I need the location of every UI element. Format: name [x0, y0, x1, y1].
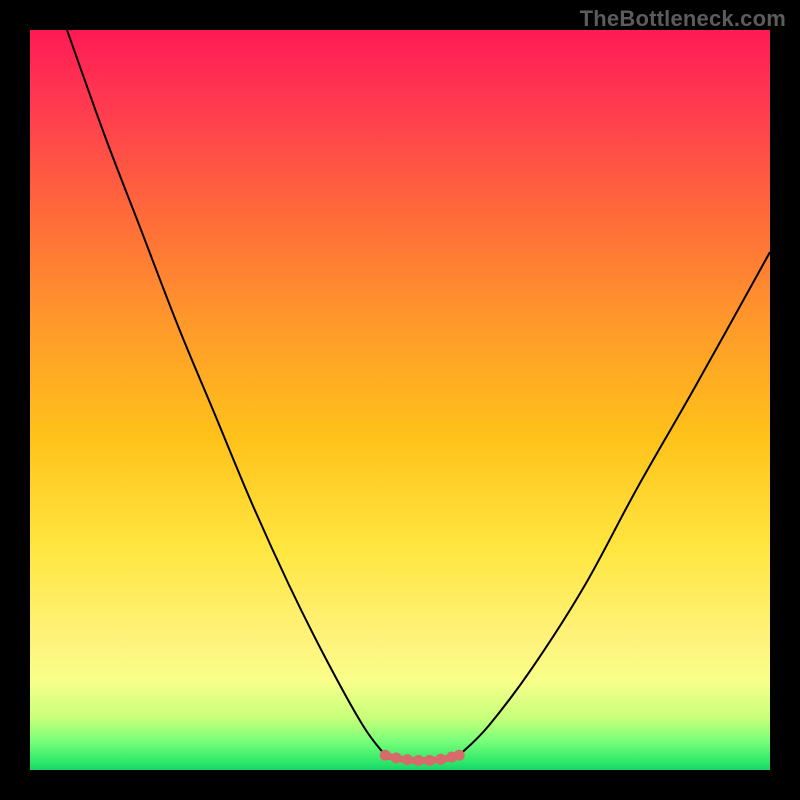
plateau-marker — [380, 750, 391, 761]
curve-layer — [30, 30, 770, 770]
plateau-marker — [435, 754, 446, 765]
plateau-marker — [413, 755, 424, 766]
plateau-marker — [454, 750, 465, 761]
chart-frame: TheBottleneck.com — [0, 0, 800, 800]
watermark-text: TheBottleneck.com — [580, 6, 786, 32]
plot-area — [30, 30, 770, 770]
bottleneck-curve-left — [67, 30, 385, 755]
bottleneck-curve-right — [459, 252, 770, 755]
plateau-marker — [402, 754, 413, 765]
plateau-marker — [424, 755, 435, 766]
plateau-marker — [391, 753, 402, 764]
bottleneck-plateau-markers — [380, 750, 465, 766]
